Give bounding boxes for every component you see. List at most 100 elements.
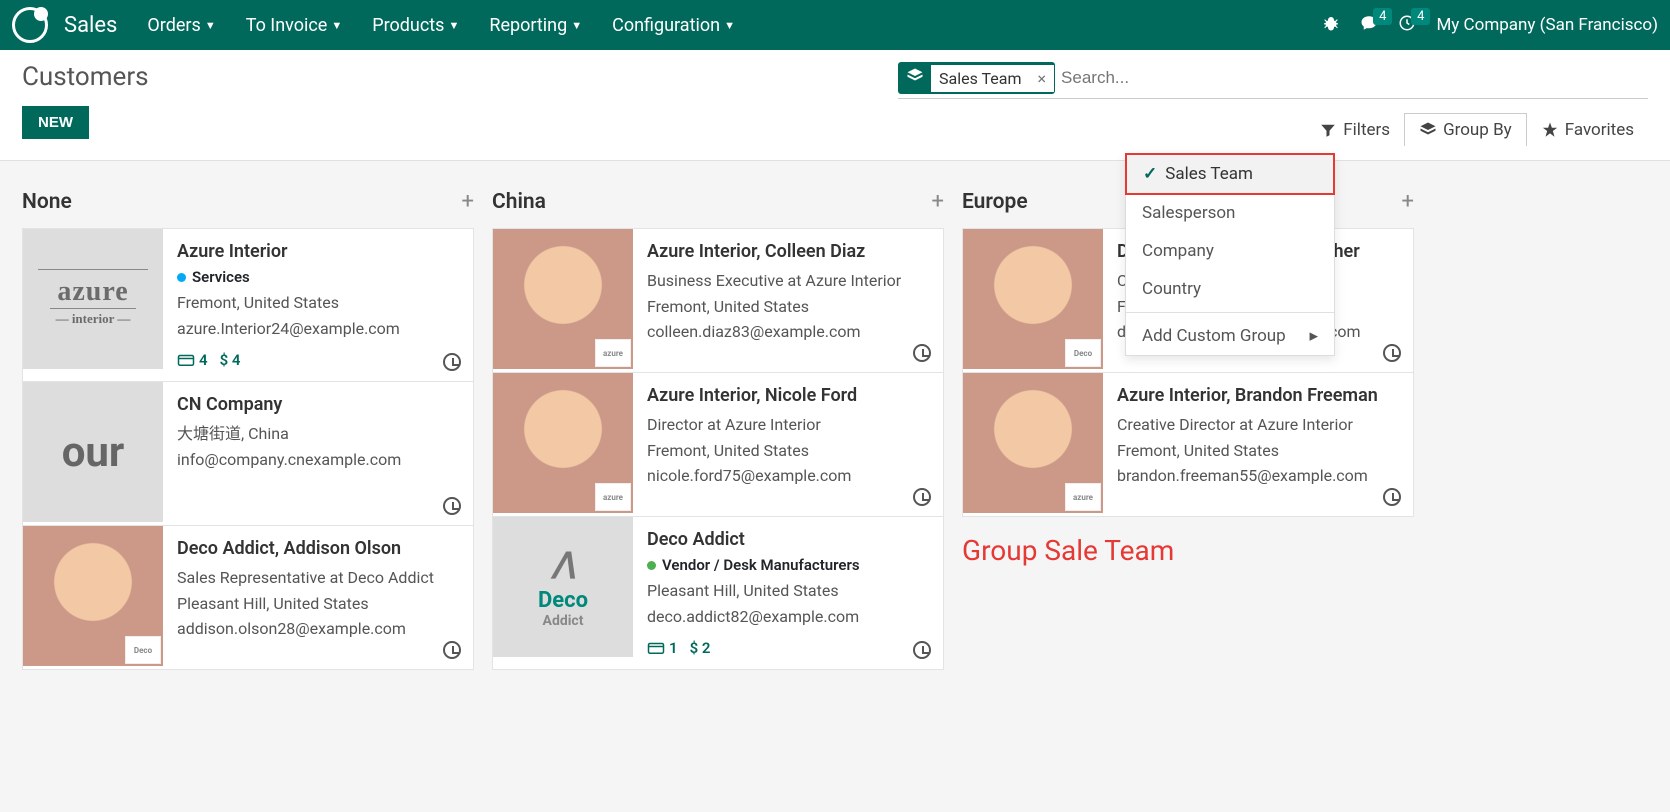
company-mini-logo: azure [595,483,631,511]
company-selector[interactable]: My Company (San Francisco) [1436,15,1658,35]
card-email: deco.addict82@example.com [647,604,929,630]
top-nav: Sales Orders▼ To Invoice▼ Products▼ Reporti… [0,0,1670,50]
card-name: Deco Addict, Addison Olson [177,538,459,559]
activity-clock-icon[interactable] [1383,344,1401,362]
card-avatar: azure [963,373,1103,513]
kanban-column: None +azure— interior —Azure InteriorSer… [22,181,474,669]
activity-clock-icon[interactable] [1383,488,1401,506]
card-name: Azure Interior, Nicole Ford [647,385,929,406]
card-role: Creative Director at Azure Interior [1117,412,1399,438]
card-name: Azure Interior, Colleen Diaz [647,241,929,262]
layers-icon [899,63,931,93]
chevron-right-icon: ▸ [1309,326,1318,346]
card-avatar: Deco [23,526,163,666]
search-bar[interactable]: Sales Team × [898,62,1648,99]
card-role: Business Executive at Azure Interior [647,268,929,294]
chip-label: Sales Team [931,65,1029,92]
card-role: Director at Azure Interior [647,412,929,438]
card-location: 大塘街道, China [177,421,459,447]
group-by-button[interactable]: Group By [1404,113,1527,146]
card-email: nicole.ford75@example.com [647,463,929,489]
groupby-company[interactable]: Company [1126,232,1334,270]
app-logo[interactable] [12,7,48,43]
annotation-text: Group Sale Team [962,534,1414,567]
card-email: azure.Interior24@example.com [177,316,459,342]
card-location: Fremont, United States [1117,438,1399,464]
credit-card-icon: 1 [647,639,678,657]
credit-card-icon: 4 [177,351,208,369]
messages-badge: 4 [1373,8,1392,25]
groupby-salesperson[interactable]: Salesperson [1126,194,1334,232]
card-avatar: azure [493,229,633,369]
card-email: colleen.diaz83@example.com [647,319,929,345]
card-tag: Vendor / Desk Manufacturers [647,556,929,574]
dropdown-divider [1126,312,1334,313]
nav-configuration[interactable]: Configuration▼ [612,15,735,36]
search-chip: Sales Team × [898,62,1055,94]
column-add-icon[interactable]: + [1402,189,1414,214]
groupby-sales-team[interactable]: Sales Team [1125,153,1335,195]
groupby-custom[interactable]: Add Custom Group ▸ [1126,317,1334,355]
amount-badge: $ 4 [220,351,241,369]
app-brand[interactable]: Sales [64,13,117,38]
customer-card[interactable]: azure— interior —Azure InteriorServicesF… [22,228,474,382]
nav-reporting[interactable]: Reporting▼ [489,15,582,36]
kanban-board: None +azure— interior —Azure InteriorSer… [0,161,1670,689]
card-avatar: azure [493,373,633,513]
nav-menu: Orders▼ To Invoice▼ Products▼ Reporting▼ Con… [147,15,765,36]
view-header: Customers NEW Sales Team × Filters [0,50,1670,161]
company-mini-logo: Deco [125,636,161,664]
card-location: Fremont, United States [647,438,929,464]
activity-clock-icon[interactable] [443,497,461,515]
card-location: Fremont, United States [647,294,929,320]
card-email: brandon.freeman55@example.com [1117,463,1399,489]
column-title: Europe [962,190,1028,214]
card-email: addison.olson28@example.com [177,616,459,642]
column-title: None [22,190,72,214]
page-title: Customers [22,62,149,92]
nav-orders[interactable]: Orders▼ [147,15,215,36]
search-input[interactable] [1061,68,1648,88]
customer-card[interactable]: azure Azure Interior, Nicole Ford Director… [492,372,944,517]
card-name: CN Company [177,394,459,415]
kanban-column: China + azure Azure Interior, Colleen Diaz… [492,181,944,669]
messages-icon[interactable]: 4 [1360,14,1378,36]
activities-icon[interactable]: 4 [1398,14,1416,36]
activity-clock-icon[interactable] [913,488,931,506]
activity-clock-icon[interactable] [443,641,461,659]
card-email: info@company.cnexample.com [177,447,459,473]
column-title: China [492,190,546,214]
customer-card[interactable]: our CN Company 大塘街道, Chinainfo@company.cne… [22,381,474,526]
chip-remove[interactable]: × [1029,65,1054,92]
favorites-button[interactable]: Favorites [1527,114,1648,146]
customer-card[interactable]: DecoDeco Addict, Addison OlsonSales Repr… [22,525,474,670]
card-location: Pleasant Hill, United States [647,578,929,604]
card-avatar: our [23,382,163,522]
groupby-country[interactable]: Country [1126,270,1334,308]
company-mini-logo: azure [1065,483,1101,511]
amount-badge: $ 2 [690,639,711,657]
card-location: Pleasant Hill, United States [177,591,459,617]
bug-icon[interactable] [1322,14,1340,36]
card-tag: Services [177,268,459,286]
filters-button[interactable]: Filters [1305,114,1404,146]
customer-card[interactable]: 𝛬DecoAddict Deco Addict Vendor / Desk Manu… [492,516,944,670]
activities-badge: 4 [1411,8,1430,25]
column-add-icon[interactable]: + [462,189,474,214]
group-by-dropdown: Sales Team Salesperson Company Country A… [1125,153,1335,356]
search-toolbar: Filters Group By Favorites [1305,113,1648,146]
card-name: Azure Interior [177,241,459,262]
card-name: Deco Addict [647,529,929,550]
customer-card[interactable]: azure Azure Interior, Brandon Freeman Crea… [962,372,1414,517]
customer-card[interactable]: azure Azure Interior, Colleen Diaz Busines… [492,228,944,373]
company-mini-logo: azure [595,339,631,367]
card-location: Fremont, United States [177,290,459,316]
nav-products[interactable]: Products▼ [372,15,459,36]
new-button[interactable]: NEW [22,106,89,139]
card-name: Azure Interior, Brandon Freeman [1117,385,1399,406]
activity-clock-icon[interactable] [913,344,931,362]
card-avatar: 𝛬DecoAddict [493,517,633,657]
card-avatar: Deco [963,229,1103,369]
nav-to-invoice[interactable]: To Invoice▼ [246,15,343,36]
column-add-icon[interactable]: + [932,189,944,214]
